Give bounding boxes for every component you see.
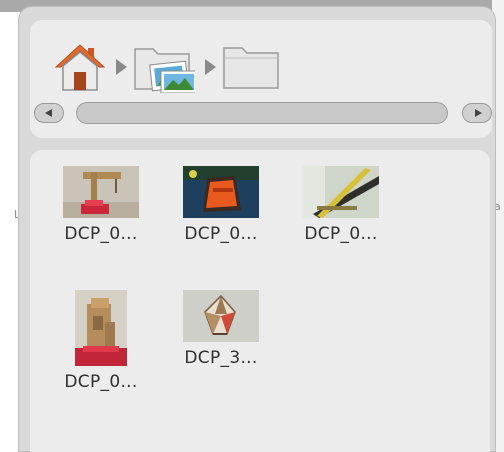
photo-thumbnail <box>183 290 259 342</box>
photo-thumbnail <box>303 166 379 218</box>
path-scrollbar[interactable] <box>34 98 492 128</box>
file-browser-screenshot: L a <box>0 0 504 452</box>
file-name: DCP_0... <box>64 224 138 244</box>
breadcrumb-folder[interactable] <box>222 42 282 92</box>
file-item[interactable]: DCP_0... <box>286 166 396 244</box>
file-item[interactable]: DCP_0... <box>46 166 156 244</box>
breadcrumb-pictures[interactable] <box>133 41 195 93</box>
photo-thumbnail <box>63 166 139 218</box>
scroll-right-button[interactable] <box>462 103 492 123</box>
scroll-left-button[interactable] <box>34 103 64 123</box>
photo-thumbnail <box>183 166 259 218</box>
breadcrumb-separator <box>205 59 216 75</box>
breadcrumb <box>54 38 282 96</box>
file-item[interactable]: DCP_0... <box>46 290 156 392</box>
file-grid: DCP_0... DCP_0... DCP_0... DCP_0... DCP_… <box>30 150 490 452</box>
arrow-right-icon <box>475 109 482 117</box>
breadcrumb-separator <box>116 59 127 75</box>
file-name: DCP_0... <box>184 224 258 244</box>
folder-icon <box>223 47 279 89</box>
file-name: DCP_0... <box>304 224 378 244</box>
path-bar <box>30 20 492 138</box>
scrollbar-thumb[interactable] <box>76 102 448 124</box>
file-item[interactable]: DCP_3... <box>166 290 276 368</box>
pictures-folder-icon <box>134 48 195 93</box>
file-name: DCP_0... <box>64 372 138 392</box>
photo-thumbnail <box>75 290 127 366</box>
breadcrumb-home[interactable] <box>54 42 106 92</box>
arrow-left-icon <box>45 109 52 117</box>
home-icon <box>54 44 106 91</box>
file-name: DCP_3... <box>184 348 258 368</box>
file-item[interactable]: DCP_0... <box>166 166 276 244</box>
